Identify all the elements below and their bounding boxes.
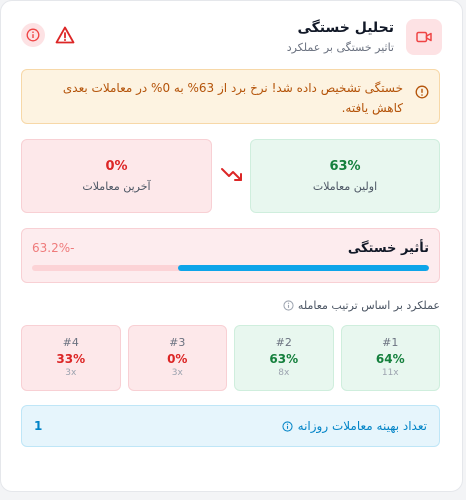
optimal-trades-value: 1	[34, 419, 43, 433]
alert-message: خستگی تشخیص داده شد! نرخ برد از 63% به 0…	[62, 81, 403, 115]
rank-box: #4 33% 3x	[21, 325, 121, 391]
rank-count: 8x	[278, 368, 290, 378]
warning-triangle-icon	[55, 26, 75, 44]
rank-number: #1	[382, 336, 399, 349]
card-header: تحلیل خستگی تاثیر خستگی بر عملکرد	[21, 17, 442, 57]
last-trades-label: آخرین معاملات	[82, 180, 151, 193]
last-trades-box: 0% آخرین معاملات	[21, 139, 212, 213]
info-icon[interactable]	[282, 420, 293, 432]
impact-progress-track	[32, 265, 429, 271]
card-title: تحلیل خستگی	[297, 20, 394, 36]
info-icon[interactable]	[283, 300, 294, 311]
warning-button[interactable]	[53, 23, 77, 47]
rank-winrate: 33%	[56, 352, 86, 366]
rank-box: #2 63% 8x	[234, 325, 334, 391]
optimal-trades-panel: تعداد بهینه معاملات روزانه 1	[21, 405, 440, 447]
rank-box: #3 0% 3x	[127, 325, 227, 391]
first-trades-value: 63%	[329, 159, 361, 174]
fatigue-analysis-card: تحلیل خستگی تاثیر خستگی بر عملکرد خستگی …	[0, 0, 463, 492]
first-trades-label: اولین معاملات	[312, 180, 378, 193]
impact-title: تأثیر خستگی	[347, 241, 429, 256]
rank-winrate: 64%	[375, 352, 405, 366]
info-icon	[26, 28, 40, 42]
alert-circle-icon	[415, 85, 429, 105]
fatigue-impact-panel: تأثیر خستگی -63.2%	[21, 228, 440, 283]
rank-number: #2	[275, 336, 292, 349]
rank-section-label: عملکرد بر اساس ترتیب معامله	[297, 299, 440, 312]
rank-number: #4	[62, 336, 79, 349]
last-trades-value: 0%	[105, 159, 128, 174]
rank-count: 3x	[171, 368, 183, 378]
card-subtitle: تاثیر خستگی بر عملکرد	[286, 41, 394, 54]
optimal-trades-label-group: تعداد بهینه معاملات روزانه	[282, 419, 427, 433]
rank-section-title: عملکرد بر اساس ترتیب معامله	[283, 299, 440, 312]
rank-winrate: 0%	[167, 352, 188, 366]
rank-winrate: 63%	[269, 352, 299, 366]
rank-count: 11x	[381, 368, 399, 378]
impact-progress-fill	[178, 265, 429, 271]
rank-number: #3	[169, 336, 186, 349]
trending-down-icon	[220, 165, 244, 185]
video-icon	[406, 19, 442, 55]
info-button[interactable]	[21, 23, 45, 47]
rank-count: 3x	[65, 368, 77, 378]
impact-value: -63.2%	[32, 241, 75, 255]
rank-boxes: #1 64% 11x #2 63% 8x #3 0% 3x #4 33% 3x	[21, 325, 440, 391]
first-trades-box: 63% اولین معاملات	[250, 139, 440, 213]
rank-box: #1 64% 11x	[340, 325, 440, 391]
fatigue-alert: خستگی تشخیص داده شد! نرخ برد از 63% به 0…	[21, 69, 440, 124]
optimal-trades-label: تعداد بهینه معاملات روزانه	[297, 419, 427, 433]
